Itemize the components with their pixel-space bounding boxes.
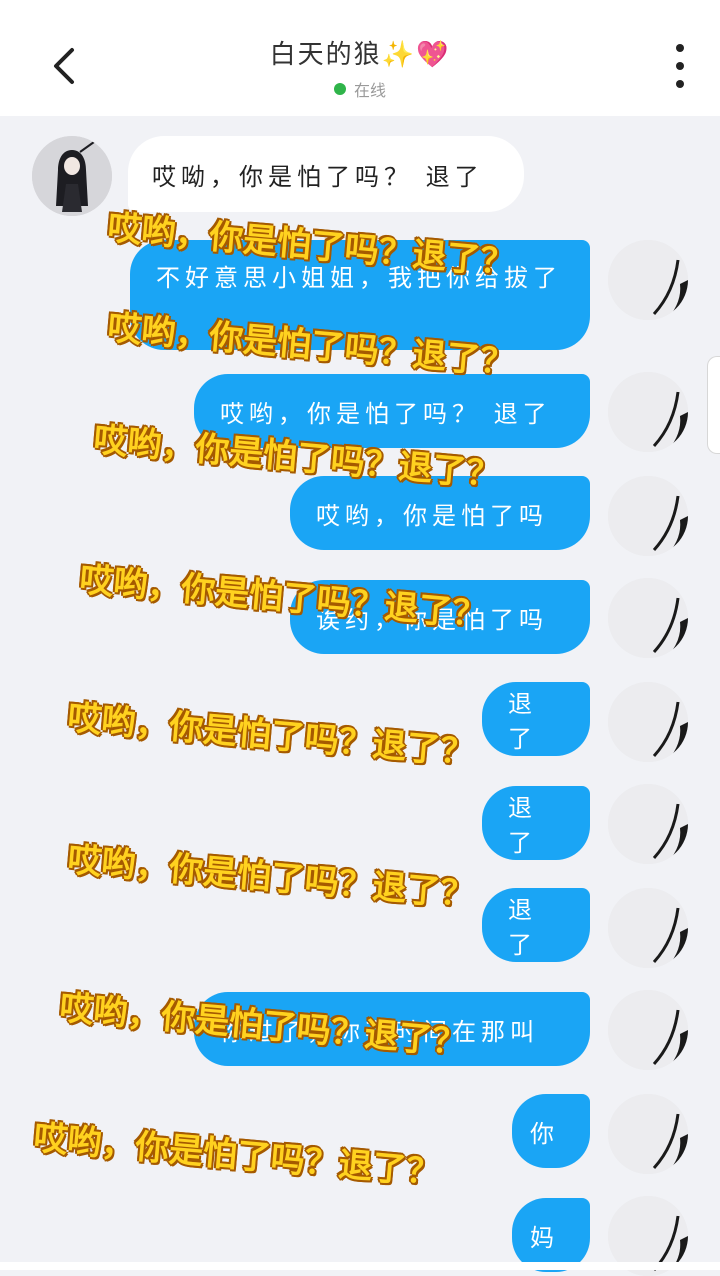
online-status: 在线 [0, 77, 720, 101]
page-curl-avatar-icon [608, 240, 688, 320]
message-text: 退了 [508, 690, 537, 753]
message-bubble-sent[interactable]: 妈 [512, 1198, 590, 1272]
more-options-button[interactable] [670, 44, 690, 88]
message-bubble-sent[interactable]: 退了 [482, 682, 590, 756]
message-text: 妈 [530, 1223, 559, 1252]
heart-emoji: 💖 [416, 40, 451, 70]
message-text: 哎呦，你是怕了吗？ 退了 [152, 162, 484, 191]
chat-title: 白天的狼✨💖 [0, 34, 720, 71]
side-drawer-handle[interactable] [707, 356, 720, 454]
my-avatar[interactable] [608, 372, 688, 452]
my-avatar[interactable] [608, 578, 688, 658]
message-bubble-sent[interactable]: 退了 [482, 786, 590, 860]
page-curl-avatar-icon [608, 784, 688, 864]
online-dot-icon [333, 83, 346, 95]
chat-header: 白天的狼✨💖 在线 [0, 0, 720, 116]
more-vertical-icon [676, 44, 684, 52]
my-avatar[interactable] [608, 990, 688, 1070]
anime-girl-avatar-icon [32, 136, 112, 216]
message-text: 退了 [508, 794, 537, 857]
my-avatar[interactable] [608, 784, 688, 864]
page-curl-avatar-icon [608, 990, 688, 1070]
page-curl-avatar-icon [608, 682, 688, 762]
my-avatar[interactable] [608, 682, 688, 762]
message-text: 退了 [508, 896, 537, 959]
status-label: 在线 [353, 81, 386, 100]
bottom-input-bar-edge [0, 1262, 720, 1270]
page-curl-avatar-icon [608, 578, 688, 658]
my-avatar[interactable] [608, 240, 688, 320]
message-bubble-sent[interactable]: 你 [512, 1094, 590, 1168]
my-avatar[interactable] [608, 1094, 688, 1174]
message-text: 哎哟，你是怕了吗？ 退了 [220, 399, 552, 428]
page-curl-avatar-icon [608, 476, 688, 556]
message-text: 你 [530, 1119, 559, 1148]
my-avatar[interactable] [608, 476, 688, 556]
chat-title-block: 白天的狼✨💖 在线 [0, 34, 720, 101]
more-dot [676, 80, 684, 88]
message-bubble-received[interactable]: 哎呦，你是怕了吗？ 退了 [128, 136, 524, 212]
page-curl-avatar-icon [608, 888, 688, 968]
page-curl-avatar-icon [608, 372, 688, 452]
contact-name: 白天的狼 [269, 40, 382, 70]
message-bubble-sent[interactable]: 退了 [482, 888, 590, 962]
page-curl-avatar-icon [608, 1094, 688, 1174]
sparkles-emoji: ✨ [381, 40, 416, 70]
message-text: 哎哟，你是怕了吗 [316, 501, 548, 530]
my-avatar[interactable] [608, 888, 688, 968]
more-dot [676, 62, 684, 70]
contact-avatar[interactable] [32, 136, 112, 216]
